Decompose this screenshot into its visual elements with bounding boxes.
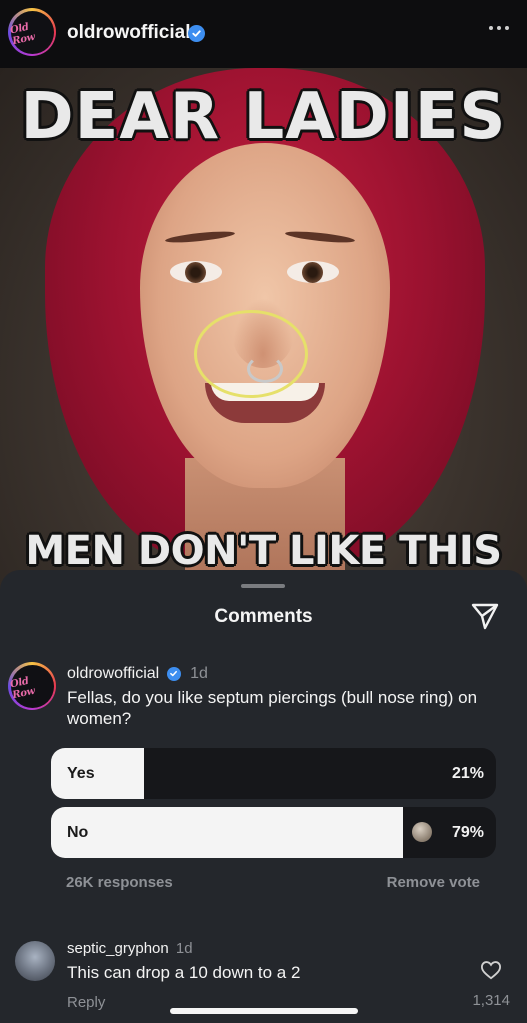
send-icon[interactable] xyxy=(469,600,501,632)
post-image[interactable]: DEAR LADIES MEN DON'T LIKE THIS xyxy=(0,68,527,608)
poll-option-no[interactable]: No 79% xyxy=(51,807,496,858)
comment-text: This can drop a 10 down to a 2 xyxy=(67,963,301,982)
poll-option-yes[interactable]: Yes 21% xyxy=(51,748,496,799)
poll-option-label: Yes xyxy=(67,765,95,782)
poll-fill-bar xyxy=(51,807,403,858)
verified-badge-icon xyxy=(188,25,205,42)
comment-username[interactable]: oldrowofficial xyxy=(67,665,159,682)
post-header: Old Row oldrowofficial xyxy=(0,0,527,68)
poll-percent: 21% xyxy=(451,765,484,782)
comment-time: 1d xyxy=(175,940,193,957)
more-options-icon[interactable] xyxy=(489,26,509,30)
meme-top-text: DEAR LADIES xyxy=(20,80,507,154)
poll-fill-bar xyxy=(51,748,145,799)
comment-time: 1d xyxy=(190,665,208,682)
commenter-avatar[interactable] xyxy=(15,941,55,981)
meme-bottom-text: MEN DON'T LIKE THIS xyxy=(25,528,502,574)
comment-text: Fellas, do you like septum piercings (bu… xyxy=(67,688,478,728)
sheet-title: Comments xyxy=(214,606,313,627)
sheet-grab-handle[interactable] xyxy=(241,584,285,588)
comments-sheet: Comments Old Row oldrowofficial 1d Fella… xyxy=(0,570,527,1023)
poll-responses-count[interactable]: 26K responses xyxy=(66,874,173,891)
comment-username[interactable]: septic_gryphon xyxy=(67,940,169,957)
right-eye xyxy=(287,261,339,283)
reply-button[interactable]: Reply xyxy=(67,994,105,1011)
comment-header: septic_gryphon 1d xyxy=(67,940,193,957)
poll-percent: 79% xyxy=(451,824,484,841)
verified-badge-icon xyxy=(166,666,181,681)
like-count: 1,314 xyxy=(472,992,510,1009)
poll-option-label: No xyxy=(67,824,89,841)
post-username[interactable]: oldrowofficial xyxy=(67,22,191,44)
old-row-logo: Old Row xyxy=(8,21,36,48)
comment-avatar[interactable]: Old Row xyxy=(8,662,56,710)
remove-vote-button[interactable]: Remove vote xyxy=(387,874,480,891)
comment-header: oldrowofficial 1d xyxy=(67,665,208,683)
old-row-logo: Old Row xyxy=(8,675,36,702)
heart-icon[interactable] xyxy=(480,960,502,980)
post-avatar[interactable]: Old Row xyxy=(8,8,56,56)
voter-avatar xyxy=(412,822,432,842)
home-indicator xyxy=(170,1008,358,1014)
left-eye xyxy=(170,261,222,283)
highlight-circle xyxy=(194,310,308,398)
